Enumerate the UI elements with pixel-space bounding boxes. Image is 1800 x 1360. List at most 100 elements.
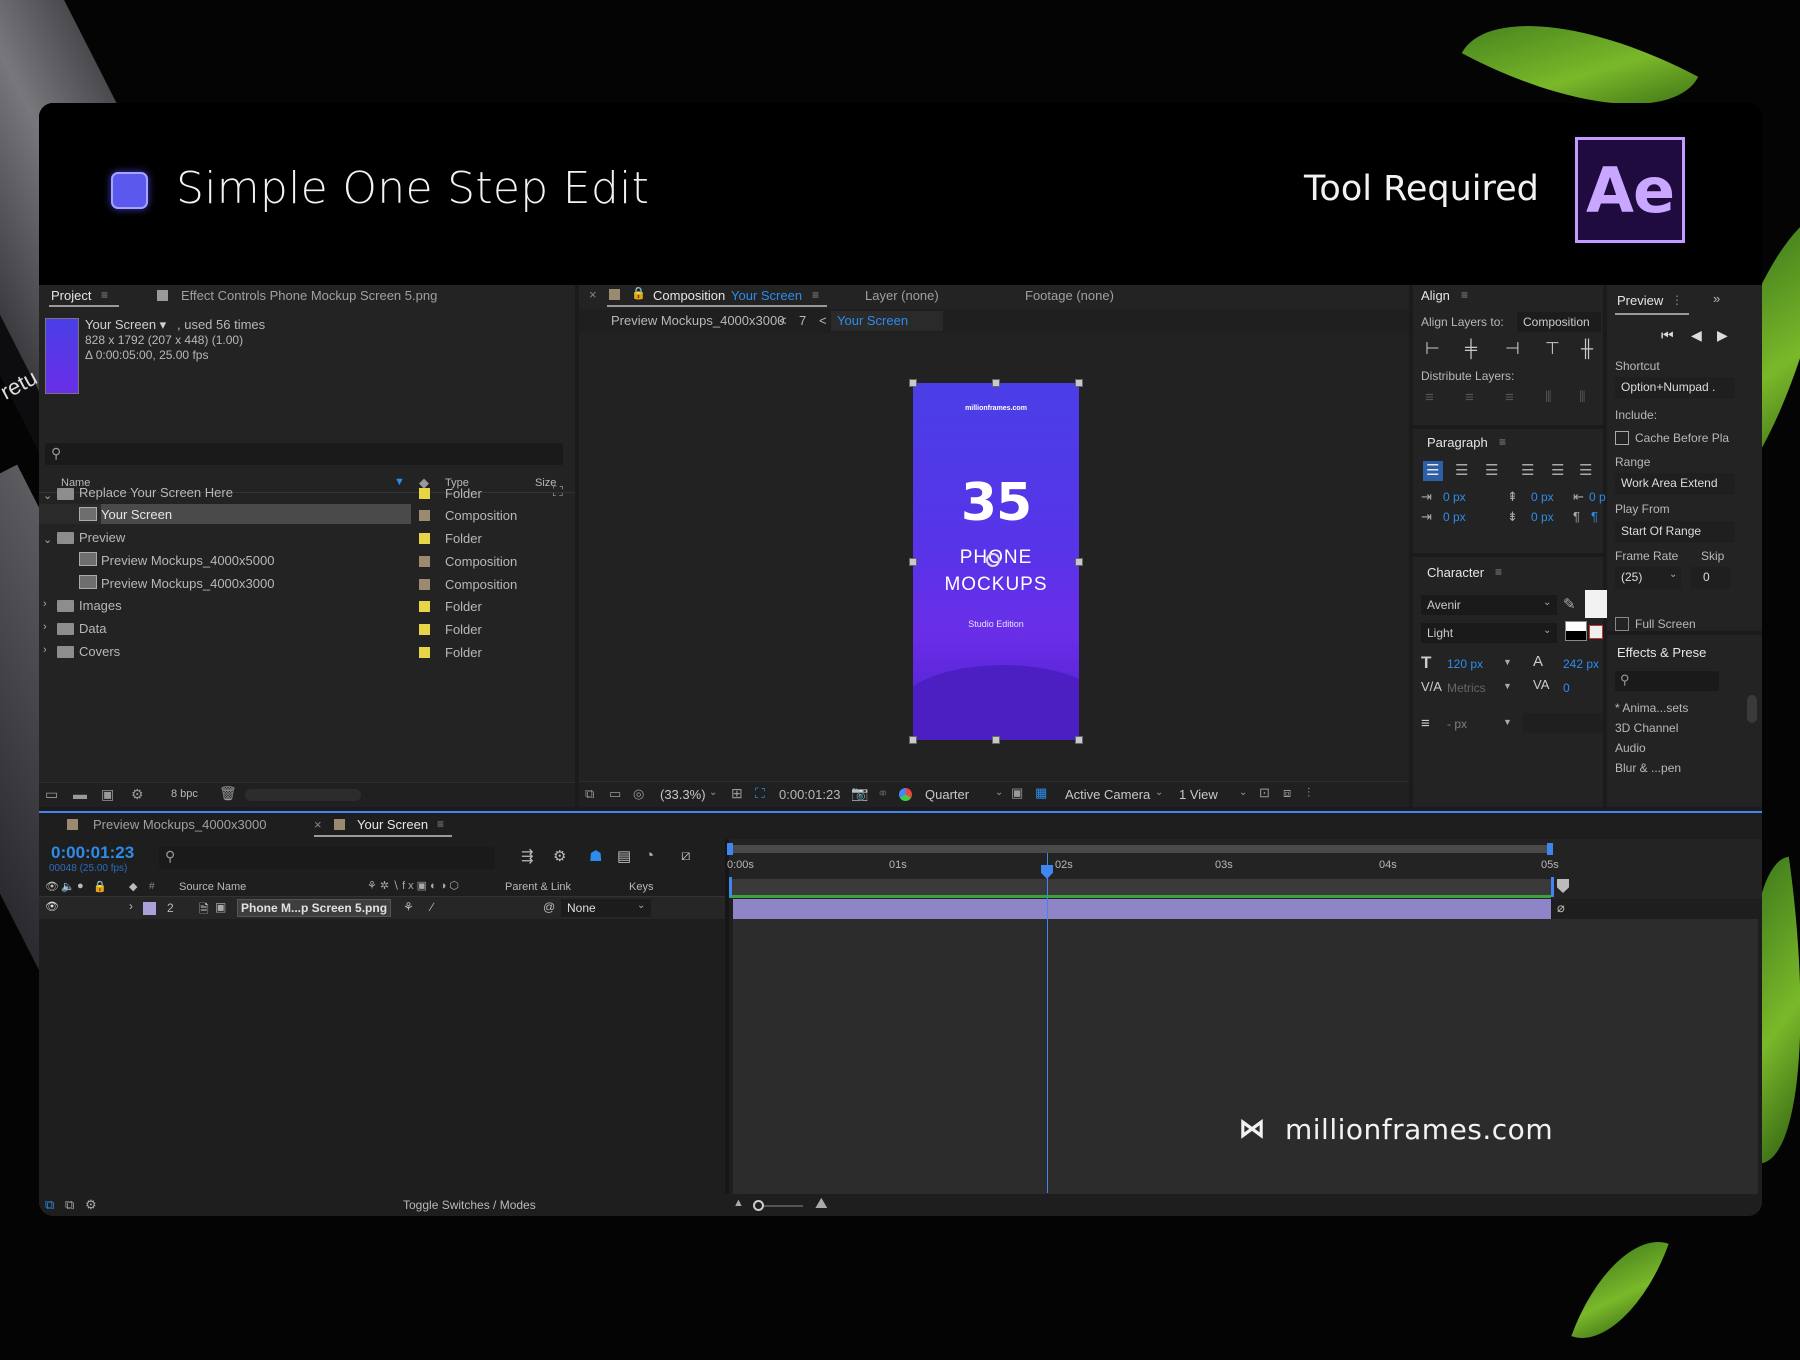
- always-preview-icon[interactable]: ⧉: [585, 786, 594, 802]
- toggle-pixel-aspect-icon[interactable]: ⊡: [1259, 785, 1270, 801]
- breadcrumb-preview-mockups[interactable]: Preview Mockups_4000x3000: [611, 313, 784, 328]
- character-title[interactable]: Character: [1427, 565, 1484, 580]
- transform-handle[interactable]: [909, 736, 917, 744]
- toggle-switches-modes[interactable]: Toggle Switches / Modes: [403, 1198, 536, 1212]
- panel-menu-icon[interactable]: ≡: [1461, 288, 1468, 302]
- solo-icon[interactable]: ●: [77, 880, 84, 892]
- expand-chevron-icon[interactable]: ›: [43, 621, 47, 633]
- panel-menu-icon[interactable]: ≡: [437, 817, 444, 831]
- parent-link-column[interactable]: Parent & Link: [505, 881, 571, 893]
- align-text-right-icon[interactable]: ☰: [1485, 461, 1498, 479]
- effects-item[interactable]: 3D Channel: [1615, 721, 1678, 735]
- graph-editor-icon[interactable]: ⧄: [681, 847, 691, 864]
- monitor-icon[interactable]: ▭: [609, 786, 621, 802]
- tab-effect-controls[interactable]: Effect Controls Phone Mockup Screen 5.pn…: [181, 288, 437, 303]
- in-out-stretch-icon[interactable]: ⚙: [85, 1197, 97, 1213]
- label-swatch[interactable]: [419, 647, 430, 658]
- tab-composition-name[interactable]: Your Screen: [731, 288, 802, 303]
- chevron-down-icon[interactable]: ⌄: [1543, 597, 1551, 608]
- pick-whip-icon[interactable]: @: [543, 900, 555, 914]
- preview-title[interactable]: Preview: [1617, 293, 1663, 308]
- cache-checkbox[interactable]: [1615, 431, 1629, 445]
- first-line-indent-value[interactable]: 0 px: [1443, 510, 1466, 524]
- panel-menu-icon[interactable]: ≡: [1499, 435, 1506, 449]
- tab-project[interactable]: Project: [51, 288, 91, 303]
- font-size-value[interactable]: 120 px: [1447, 657, 1483, 671]
- eye-icon[interactable]: 👁: [45, 900, 59, 913]
- motion-blur-icon[interactable]: ◔: [645, 847, 654, 864]
- lock-icon[interactable]: 🔒: [93, 880, 107, 893]
- chevron-down-icon[interactable]: ⌄: [995, 787, 1003, 798]
- timeline-track-area[interactable]: [733, 919, 1758, 1194]
- tab-footage[interactable]: Footage (none): [1025, 288, 1114, 303]
- work-area-start-handle[interactable]: [727, 843, 733, 855]
- timeline-timecode[interactable]: 0:00:01:23: [51, 843, 134, 863]
- layer-switches-icon[interactable]: ⧉: [45, 1197, 54, 1213]
- region-of-interest-icon[interactable]: ⛶: [755, 785, 765, 802]
- draft-3d-icon[interactable]: ⧈: [1283, 785, 1291, 801]
- align-top-icon[interactable]: ⊤: [1545, 339, 1560, 359]
- collapse-chevron-icon[interactable]: ⌄: [43, 533, 52, 546]
- transform-handle[interactable]: [909, 379, 917, 387]
- color-channels-icon[interactable]: [899, 788, 912, 801]
- panel-menu-icon[interactable]: ≡: [101, 288, 108, 302]
- zoom-select[interactable]: (33.3%): [660, 787, 706, 802]
- chevron-down-icon[interactable]: ▼: [1503, 717, 1512, 727]
- work-area-end-handle[interactable]: [1547, 843, 1553, 855]
- skip-input[interactable]: [1691, 567, 1731, 589]
- anchor-point-icon[interactable]: [986, 553, 1000, 567]
- label-tag-icon[interactable]: ◆: [129, 880, 137, 893]
- full-screen-checkbox[interactable]: [1615, 617, 1629, 631]
- justify-right-icon[interactable]: ☰: [1579, 461, 1592, 479]
- source-name-column[interactable]: Source Name: [179, 881, 246, 893]
- snapshot-camera-icon[interactable]: 📷: [851, 785, 868, 802]
- chevron-down-icon[interactable]: ⌄: [1669, 569, 1677, 580]
- label-swatch[interactable]: [143, 902, 156, 915]
- expand-panels-icon[interactable]: »: [1713, 291, 1720, 306]
- indent-left-value[interactable]: 0 px: [1443, 490, 1466, 504]
- frame-blending-icon[interactable]: ▤: [617, 847, 631, 865]
- chevron-down-icon[interactable]: ⌄: [1155, 787, 1163, 798]
- align-vertical-center-icon[interactable]: ╫: [1581, 339, 1593, 359]
- eyedropper-icon[interactable]: ✎: [1563, 595, 1576, 613]
- grid-icon[interactable]: ⊞: [731, 785, 743, 802]
- shy-switch-icon[interactable]: ⚘: [403, 900, 414, 914]
- distribute-vcenter-icon[interactable]: ≡: [1465, 389, 1474, 406]
- tracking-value[interactable]: 0: [1563, 681, 1570, 695]
- project-settings-icon[interactable]: ⚙: [131, 786, 144, 803]
- time-ruler[interactable]: 0:00s 01s 02s 03s 04s 05s: [727, 839, 1762, 899]
- comp-timecode[interactable]: 0:00:01:23: [779, 787, 840, 802]
- chevron-down-icon[interactable]: ⌄: [637, 900, 645, 911]
- panel-menu-icon[interactable]: ≡: [812, 288, 819, 302]
- distribute-left-icon[interactable]: ⦀: [1545, 389, 1552, 406]
- label-swatch[interactable]: [419, 601, 430, 612]
- quality-switch-icon[interactable]: ∕: [431, 900, 433, 914]
- label-swatch[interactable]: [419, 556, 430, 567]
- close-icon[interactable]: ×: [589, 287, 597, 302]
- expand-chevron-icon[interactable]: ›: [43, 598, 47, 610]
- chevron-down-icon[interactable]: ▼: [1503, 657, 1512, 667]
- comp-mini-flowchart-icon[interactable]: ⇶: [521, 847, 534, 865]
- effects-item[interactable]: Blur & ...pen: [1615, 761, 1681, 775]
- distribute-top-icon[interactable]: ≡: [1425, 389, 1434, 406]
- kerning-value[interactable]: Metrics: [1447, 681, 1486, 695]
- space-after-value[interactable]: 0 px: [1531, 510, 1554, 524]
- first-frame-icon[interactable]: ⏮: [1661, 327, 1674, 344]
- breadcrumb-your-screen[interactable]: Your Screen: [837, 313, 908, 328]
- align-text-center-icon[interactable]: ☰: [1455, 461, 1468, 479]
- panel-menu-icon[interactable]: ⋮: [1671, 293, 1683, 307]
- keys-column[interactable]: Keys: [629, 881, 653, 893]
- no-stroke-swatch[interactable]: [1589, 625, 1603, 639]
- label-swatch[interactable]: [419, 624, 430, 635]
- layer-number-column[interactable]: #: [149, 881, 155, 892]
- distribute-bottom-icon[interactable]: ≡: [1505, 389, 1514, 406]
- views-select[interactable]: 1 View: [1179, 787, 1218, 802]
- project-scrollbar[interactable]: [245, 789, 361, 801]
- effects-search-input[interactable]: ⚲: [1615, 671, 1719, 691]
- work-area-bar[interactable]: [729, 845, 1551, 853]
- flowchart-icon[interactable]: ⛶: [553, 483, 563, 500]
- shy-layers-icon[interactable]: ☗: [589, 847, 602, 865]
- label-swatch[interactable]: [419, 579, 430, 590]
- paragraph-title[interactable]: Paragraph: [1427, 435, 1488, 450]
- align-title[interactable]: Align: [1421, 288, 1450, 303]
